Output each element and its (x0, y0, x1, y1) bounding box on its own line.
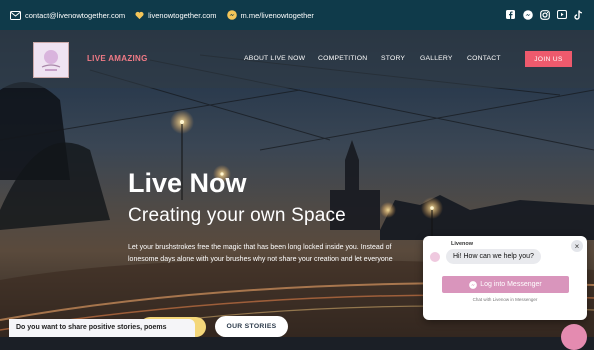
our-stories-button[interactable]: OUR STORIES (215, 316, 288, 337)
nav-gallery[interactable]: GALLERY (420, 55, 453, 62)
nav-contact[interactable]: CONTACT (467, 55, 501, 62)
join-us-button[interactable]: JOIN US (525, 51, 572, 67)
hero-paragraph-line-1: Let your brushstrokes free the magic tha… (128, 244, 392, 251)
messenger-text: m.me/livenowtogether (240, 10, 314, 20)
chat-avatar (430, 252, 440, 262)
nav-story[interactable]: STORY (381, 55, 405, 62)
chat-footer-text: Chat with Livenow in Messenger (472, 297, 538, 302)
brand-name: LIVE AMAZING (87, 54, 148, 63)
heart-icon (135, 11, 144, 19)
hero-subheadline: Creating your own Space (128, 205, 346, 226)
instagram-icon[interactable] (539, 9, 550, 20)
hero-paragraph: Let your brushstrokes free the magic tha… (128, 242, 428, 266)
top-contact-bar: contact@livenowtogether.com livenowtoget… (0, 0, 594, 30)
messenger-fab-button[interactable] (561, 324, 587, 350)
envelope-icon (10, 10, 21, 20)
chat-greeting: Hi! How can we help you? (446, 249, 541, 264)
share-stories-text: Do you want to share positive stories, p… (16, 324, 167, 331)
main-navigation: LIVE AMAZING ABOUT LIVE NOW COMPETITION … (0, 30, 594, 88)
site-logo[interactable] (33, 42, 69, 78)
tiktok-icon[interactable] (573, 9, 584, 20)
nav-competition[interactable]: COMPETITION (318, 55, 367, 62)
nav-about[interactable]: ABOUT LIVE NOW (244, 55, 305, 62)
chat-page-name: Livenow (451, 241, 474, 247)
website-link[interactable]: livenowtogether.com (135, 10, 217, 20)
logo-image (41, 50, 61, 71)
email-text: contact@livenowtogether.com (25, 10, 126, 20)
log-into-messenger-label: Log into Messenger (480, 281, 542, 288)
messenger-icon (226, 10, 237, 20)
hero-paragraph-line-2: lonesome days alone with your brushes wh… (128, 256, 393, 263)
website-text: livenowtogether.com (148, 10, 217, 20)
messenger-icon[interactable] (522, 9, 533, 20)
chat-close-button[interactable]: × (571, 240, 583, 252)
log-into-messenger-button[interactable]: Log into Messenger (442, 276, 569, 293)
share-stories-prompt[interactable]: Do you want to share positive stories, p… (9, 319, 195, 337)
messenger-icon (469, 280, 478, 289)
messenger-chat-widget: Livenow × Hi! How can we help you? Log i… (423, 236, 587, 320)
messenger-link[interactable]: m.me/livenowtogether (226, 10, 314, 20)
facebook-icon[interactable] (505, 9, 516, 20)
email-link[interactable]: contact@livenowtogether.com (10, 10, 126, 20)
brand-suffix: AMAZING (108, 54, 148, 63)
youtube-icon[interactable] (556, 9, 567, 20)
social-links (505, 9, 584, 20)
brand-prefix: LIVE (87, 54, 106, 63)
hero-headline: Live Now (128, 168, 247, 198)
